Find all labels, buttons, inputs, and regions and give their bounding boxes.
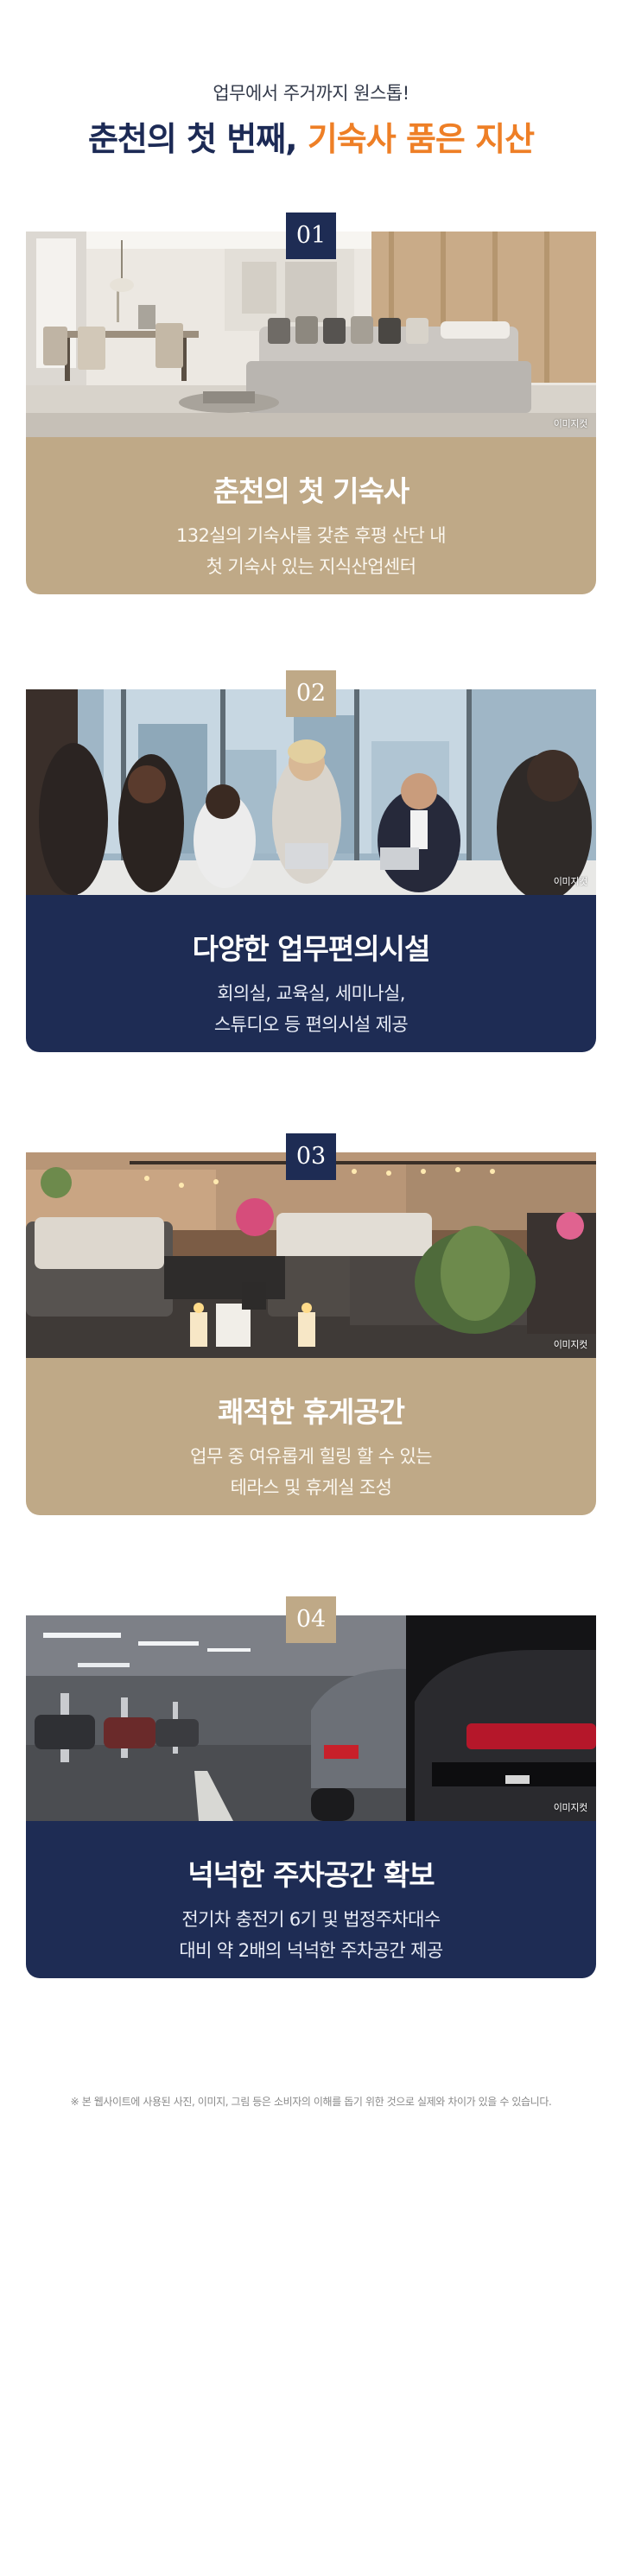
image-label: 이미지컷	[553, 1802, 588, 1813]
feature-description-line: 테라스 및 휴게실 조성	[230, 1477, 392, 1498]
disclaimer-note: ※ 본 웹사이트에 사용된 사진, 이미지, 그림 등은 소비자의 이해를 돕기…	[70, 2096, 552, 2108]
image-label: 이미지컷	[553, 876, 588, 887]
feature-panel: 다양한 업무편의시설 회의실, 교육실, 세미나실, 스튜디오 등 편의시설 제…	[26, 895, 596, 1052]
feature-title: 춘천의 첫 기숙사	[213, 474, 410, 508]
feature-card-lounge: 03 이미지컷 쾌적한 휴게공간 업무 중 여유롭게 힐링 할 수 있는 테라스…	[26, 1133, 596, 1515]
feature-card-business-facilities: 02 이미지컷 다양한 업무편의시설 회의실, 교육실, 세미나실, 스튜디오 …	[26, 670, 596, 1052]
feature-photo-living-room: 이미지컷	[26, 232, 596, 437]
feature-photo-meeting: 이미지컷	[26, 689, 596, 895]
feature-number-badge: 04	[286, 1596, 336, 1643]
feature-description-line: 전기차 충전기 6기 및 법정주차대수	[181, 1909, 441, 1930]
page-subtitle: 업무에서 주거까지 원스톱!	[213, 83, 409, 104]
feature-description-line: 업무 중 여유롭게 힐링 할 수 있는	[190, 1446, 432, 1467]
feature-card-parking: 04 이미지컷 넉넉한 주차공간 확보 전기차 충전기 6기 및 법정주차대수 …	[26, 1596, 596, 1978]
feature-description-line: 회의실, 교육실, 세미나실,	[217, 983, 405, 1004]
feature-description-line: 대비 약 2배의 넉넉한 주차공간 제공	[179, 1940, 443, 1961]
page-title-accent: 기숙사 품은 지산	[307, 120, 535, 158]
feature-card-dormitory: 01 이미지컷 춘천의 첫 기숙사 132실의 기숙사를 갖춘 후평 산단 내 …	[26, 213, 596, 594]
feature-description-line: 132실의 기숙사를 갖춘 후평 산단 내	[175, 525, 447, 546]
feature-number-badge: 01	[286, 213, 336, 259]
feature-description-line: 스튜디오 등 편의시설 제공	[213, 1014, 409, 1035]
feature-panel: 춘천의 첫 기숙사 132실의 기숙사를 갖춘 후평 산단 내 첫 기숙사 있는…	[26, 437, 596, 594]
feature-description: 업무 중 여유롭게 힐링 할 수 있는 테라스 및 휴게실 조성	[26, 1441, 596, 1503]
feature-description: 132실의 기숙사를 갖춘 후평 산단 내 첫 기숙사 있는 지식산업센터	[26, 520, 596, 582]
feature-photo-terrace: 이미지컷	[26, 1152, 596, 1358]
image-label: 이미지컷	[553, 1339, 588, 1350]
feature-description-line: 첫 기숙사 있는 지식산업센터	[206, 556, 416, 577]
feature-description: 전기차 충전기 6기 및 법정주차대수 대비 약 2배의 넉넉한 주차공간 제공	[26, 1904, 596, 1966]
page-title-main: 춘천의 첫 번째,	[87, 120, 308, 158]
feature-title: 다양한 업무편의시설	[192, 932, 431, 966]
feature-number-badge: 03	[286, 1133, 336, 1180]
feature-photo-parking: 이미지컷	[26, 1615, 596, 1821]
feature-title: 넉넉한 주차공간 확보	[187, 1858, 435, 1892]
feature-title: 쾌적한 휴게공간	[217, 1395, 405, 1429]
page-header: 업무에서 주거까지 원스톱! 춘천의 첫 번째, 기숙사 품은 지산	[0, 0, 622, 181]
image-label: 이미지컷	[553, 418, 588, 429]
feature-panel: 넉넉한 주차공간 확보 전기차 충전기 6기 및 법정주차대수 대비 약 2배의…	[26, 1821, 596, 1978]
page-title: 춘천의 첫 번째, 기숙사 품은 지산	[0, 112, 622, 160]
feature-number-badge: 02	[286, 670, 336, 717]
feature-description: 회의실, 교육실, 세미나실, 스튜디오 등 편의시설 제공	[26, 978, 596, 1040]
feature-panel: 쾌적한 휴게공간 업무 중 여유롭게 힐링 할 수 있는 테라스 및 휴게실 조…	[26, 1358, 596, 1515]
